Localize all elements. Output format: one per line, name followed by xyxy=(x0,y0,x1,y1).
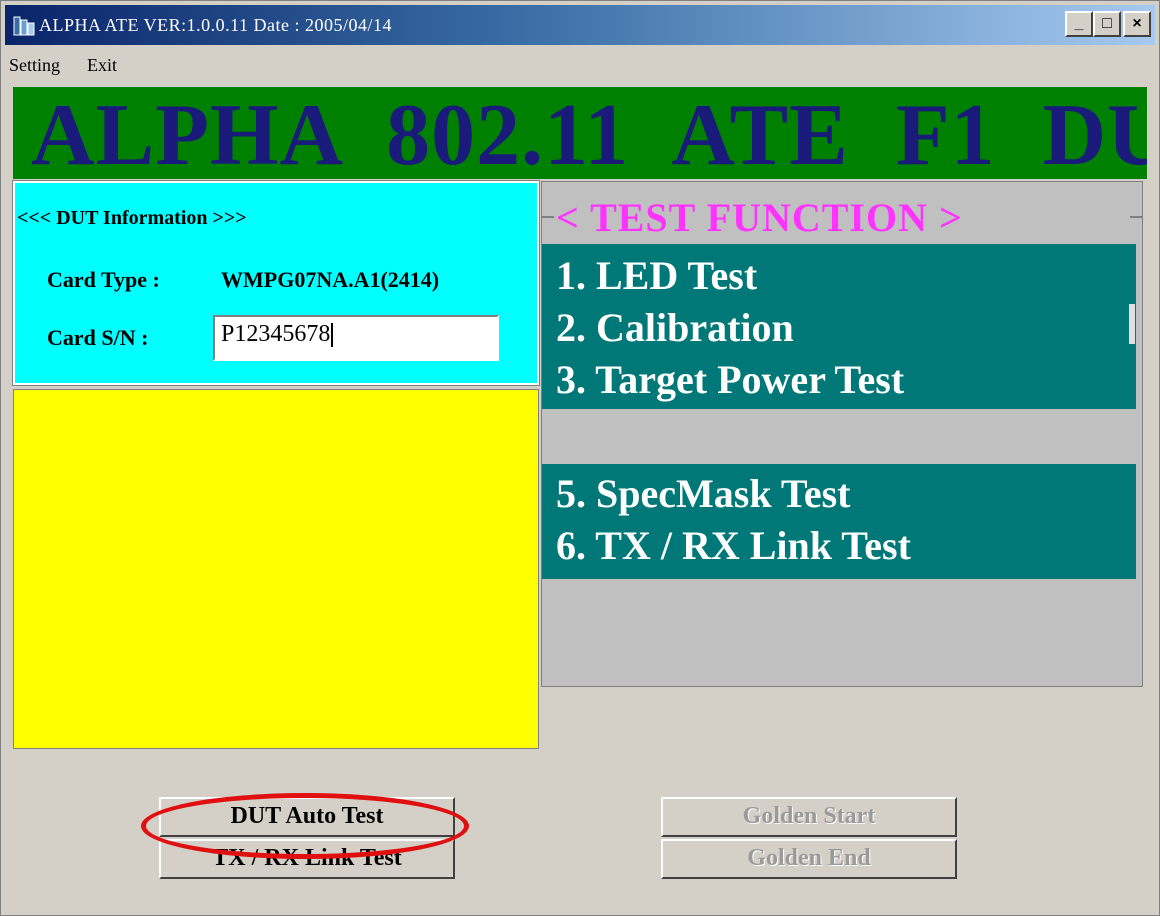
title-bar[interactable]: ALPHA ATE VER:1.0.0.11 Date : 2005/04/14… xyxy=(5,5,1155,45)
maximize-icon: □ xyxy=(1102,15,1112,32)
menu-setting[interactable]: Setting xyxy=(9,55,60,76)
test-list-group-2: 5. SpecMask Test 6. TX / RX Link Test xyxy=(542,464,1136,579)
banner-title: ALPHA 802.11 ATE F1 DUT xyxy=(31,87,1147,179)
card-sn-input[interactable]: P12345678 xyxy=(213,315,499,361)
minimize-icon: _ xyxy=(1074,15,1084,32)
golden-end-button[interactable]: Golden End xyxy=(661,839,957,879)
title-banner: ALPHA 802.11 ATE F1 DUT xyxy=(13,87,1147,179)
test-item-target-power[interactable]: 3. Target Power Test xyxy=(556,356,904,403)
header-divider-right xyxy=(1130,216,1142,218)
dut-auto-test-button[interactable]: DUT Auto Test xyxy=(159,797,455,837)
test-item-specmask[interactable]: 5. SpecMask Test xyxy=(556,470,851,517)
test-item-txrx-link[interactable]: 6. TX / RX Link Test xyxy=(556,522,911,569)
menu-bar: Setting Exit xyxy=(5,47,1155,81)
status-panel xyxy=(13,389,539,749)
window-title: ALPHA ATE VER:1.0.0.11 Date : 2005/04/14 xyxy=(39,15,392,35)
header-divider-left xyxy=(542,216,554,218)
minimize-button[interactable]: _ xyxy=(1065,11,1093,37)
text-caret xyxy=(331,323,334,348)
test-item-calibration[interactable]: 2. Calibration xyxy=(556,304,794,351)
scroll-indicator xyxy=(1129,304,1135,344)
card-sn-label: Card S/N : xyxy=(47,325,149,350)
card-sn-value: P12345678 xyxy=(221,321,331,347)
golden-start-button[interactable]: Golden Start xyxy=(661,797,957,837)
dut-information-panel: <<< DUT Information >>> Card Type : WMPG… xyxy=(12,180,540,386)
card-type-label: Card Type : xyxy=(47,267,160,292)
tx-rx-link-test-button[interactable]: TX / RX Link Test xyxy=(159,839,455,879)
close-button[interactable]: × xyxy=(1123,11,1151,37)
test-function-panel: < TEST FUNCTION > 1. LED Test 2. Calibra… xyxy=(541,181,1143,687)
menu-exit[interactable]: Exit xyxy=(87,55,117,76)
maximize-button[interactable]: □ xyxy=(1093,11,1121,37)
app-window: ALPHA ATE VER:1.0.0.11 Date : 2005/04/14… xyxy=(0,0,1160,916)
dut-info-header: <<< DUT Information >>> xyxy=(17,207,247,229)
close-icon: × xyxy=(1132,15,1142,32)
test-function-header: < TEST FUNCTION > xyxy=(556,195,963,240)
test-item-led[interactable]: 1. LED Test xyxy=(556,252,757,299)
app-icon xyxy=(13,16,35,36)
test-list-group-1: 1. LED Test 2. Calibration 3. Target Pow… xyxy=(542,244,1136,409)
card-type-value: WMPG07NA.A1(2414) xyxy=(221,267,440,292)
